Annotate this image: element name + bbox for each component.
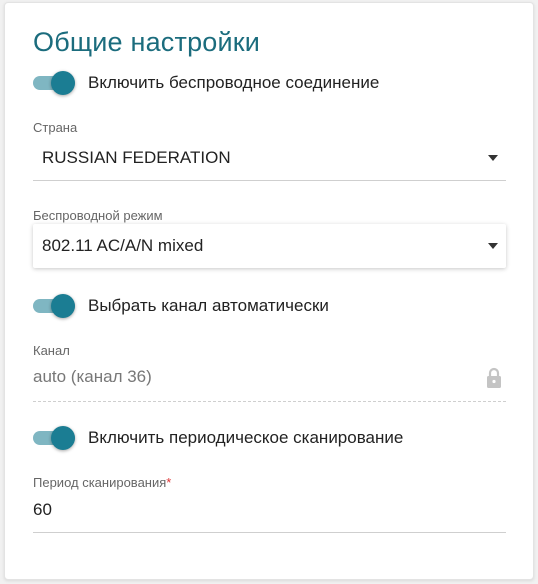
- wireless-toggle[interactable]: [33, 70, 75, 96]
- scan-period-label-text: Период сканирования: [33, 475, 167, 490]
- periodic-scan-toggle-row: Включить периодическое сканирование: [33, 425, 403, 451]
- wireless-mode-select[interactable]: 802.11 AC/A/N mixed: [33, 224, 506, 268]
- periodic-scan-toggle[interactable]: [33, 425, 75, 451]
- auto-channel-toggle-row: Выбрать канал автоматически: [33, 293, 329, 319]
- wireless-mode-label: Беспроводной режим: [33, 208, 163, 223]
- toggle-knob: [51, 71, 75, 95]
- periodic-scan-toggle-label: Включить периодическое сканирование: [88, 428, 404, 447]
- country-select[interactable]: RUSSIAN FEDERATION: [33, 136, 506, 181]
- toggle-knob: [51, 294, 75, 318]
- auto-channel-toggle[interactable]: [33, 293, 75, 319]
- wireless-toggle-label: Включить беспроводное соединение: [88, 73, 380, 92]
- channel-label: Канал: [33, 343, 70, 358]
- wireless-mode-value: 802.11 AC/A/N mixed: [42, 236, 204, 255]
- lock-icon: [487, 367, 501, 388]
- channel-value: auto (канал 36): [33, 367, 152, 386]
- chevron-down-icon: [488, 243, 498, 249]
- scan-period-label: Период сканирования*: [33, 475, 171, 490]
- channel-field: auto (канал 36): [33, 357, 506, 402]
- general-settings-card: Общие настройки Включить беспроводное со…: [4, 2, 534, 580]
- scan-period-input[interactable]: 60: [33, 492, 506, 533]
- wireless-toggle-row: Включить беспроводное соединение: [33, 70, 379, 96]
- scan-period-value: 60: [33, 500, 52, 519]
- country-label: Страна: [33, 120, 78, 135]
- toggle-knob: [51, 426, 75, 450]
- country-value: RUSSIAN FEDERATION: [42, 148, 231, 167]
- section-title: Общие настройки: [33, 27, 261, 57]
- required-marker: *: [166, 475, 172, 490]
- auto-channel-toggle-label: Выбрать канал автоматически: [88, 296, 329, 315]
- chevron-down-icon: [488, 155, 498, 161]
